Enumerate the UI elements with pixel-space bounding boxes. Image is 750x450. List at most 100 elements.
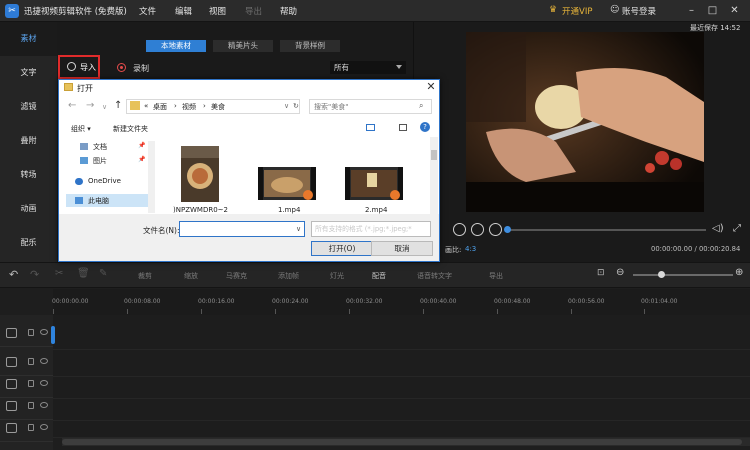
dialog-close-icon[interactable]: ✕ bbox=[424, 80, 438, 94]
next-frame-icon[interactable] bbox=[471, 223, 484, 236]
volume-icon[interactable]: ◁) bbox=[712, 223, 724, 234]
aspect-ratio-value[interactable]: 4:3 bbox=[465, 245, 476, 253]
new-folder-button[interactable]: 新建文件夹 bbox=[113, 124, 148, 134]
tree-item-pictures[interactable]: 图片 bbox=[93, 156, 107, 166]
sidebar-item-music[interactable]: 配乐 bbox=[0, 226, 57, 260]
preview-pane-icon[interactable] bbox=[399, 124, 407, 131]
tab-local-media[interactable]: 本地素材 bbox=[146, 40, 206, 52]
history-chevron-icon[interactable]: ∨ bbox=[102, 103, 107, 111]
minimize-icon[interactable]: – bbox=[684, 3, 699, 18]
record-icon[interactable] bbox=[117, 63, 126, 72]
scrollbar-thumb[interactable] bbox=[431, 150, 437, 160]
tree-item-onedrive[interactable]: OneDrive bbox=[88, 177, 121, 185]
track-music[interactable] bbox=[53, 399, 750, 421]
back-arrow-icon[interactable]: ← bbox=[68, 100, 76, 111]
record-button[interactable]: 录制 bbox=[133, 63, 149, 74]
eye-icon[interactable] bbox=[40, 329, 48, 335]
tool-zoom[interactable]: 缩放 bbox=[184, 271, 198, 281]
tab-backgrounds[interactable]: 背景样例 bbox=[280, 40, 340, 52]
zoom-in-icon[interactable]: ⊕ bbox=[735, 267, 743, 278]
menu-file[interactable]: 文件 bbox=[139, 5, 156, 17]
sidebar-item-animation[interactable]: 动画 bbox=[0, 192, 57, 226]
close-window-icon[interactable]: ✕ bbox=[727, 3, 742, 18]
file-thumbnail-video[interactable] bbox=[258, 167, 316, 200]
lock-icon[interactable] bbox=[28, 424, 34, 431]
menu-view[interactable]: 视图 bbox=[209, 5, 226, 17]
tool-speech-to-text[interactable]: 语音转文字 bbox=[417, 271, 452, 281]
filename-input[interactable] bbox=[179, 221, 305, 237]
tool-crop[interactable]: 裁剪 bbox=[138, 271, 152, 281]
tool-export[interactable]: 导出 bbox=[489, 271, 503, 281]
tool-mosaic[interactable]: 马赛克 bbox=[226, 271, 247, 281]
zoom-knob[interactable] bbox=[658, 271, 665, 278]
forward-arrow-icon[interactable]: → bbox=[86, 100, 94, 111]
file-thumbnail-image[interactable] bbox=[181, 146, 219, 202]
file-thumbnail-video[interactable] bbox=[345, 167, 403, 200]
tree-item-documents[interactable]: 文档 bbox=[93, 142, 107, 152]
breadcrumb-food[interactable]: 美食 bbox=[211, 102, 225, 112]
track-video2[interactable] bbox=[53, 350, 750, 377]
track-video[interactable] bbox=[53, 315, 750, 350]
breadcrumb-desktop[interactable]: 桌面 bbox=[153, 102, 167, 112]
track-voice[interactable] bbox=[53, 421, 750, 438]
tool-add-frame[interactable]: 添加帧 bbox=[278, 271, 299, 281]
pin-icon[interactable]: 📌 bbox=[138, 156, 145, 163]
tree-item-this-pc[interactable]: 此电脑 bbox=[88, 196, 109, 206]
sidebar-item-text[interactable]: 文字 bbox=[0, 56, 57, 90]
up-arrow-icon[interactable]: ↑ bbox=[114, 100, 122, 111]
eye-icon[interactable] bbox=[40, 424, 48, 430]
chevron-down-icon[interactable]: ∨ bbox=[296, 225, 301, 233]
maximize-icon[interactable]: □ bbox=[705, 3, 720, 18]
tool-light[interactable]: 灯光 bbox=[330, 271, 344, 281]
sidebar-item-media[interactable]: 素材 bbox=[0, 22, 57, 56]
lock-icon[interactable] bbox=[28, 329, 34, 336]
tab-intros[interactable]: 精美片头 bbox=[213, 40, 273, 52]
undo-icon[interactable]: ↶ bbox=[9, 268, 18, 281]
delete-icon[interactable]: 🗑 bbox=[77, 268, 90, 279]
file-name[interactable]: )NPZWMDR0~2 bbox=[173, 206, 228, 214]
pin-icon[interactable]: 📌 bbox=[138, 142, 145, 149]
vip-button[interactable]: 开通VIP bbox=[562, 5, 592, 17]
eye-icon[interactable] bbox=[40, 358, 48, 364]
search-icon[interactable]: ⌕ bbox=[419, 101, 423, 111]
fit-icon[interactable]: ⊡ bbox=[597, 268, 605, 278]
breadcrumb-video[interactable]: 视频 bbox=[182, 102, 196, 112]
view-mode-icon[interactable] bbox=[366, 124, 375, 131]
cancel-button[interactable]: 取消 bbox=[371, 241, 433, 256]
tool-dubbing[interactable]: 配音 bbox=[372, 271, 386, 281]
play-icon[interactable] bbox=[453, 223, 466, 236]
preview-progress-bar[interactable] bbox=[507, 229, 706, 231]
sidebar-item-transition[interactable]: 转场 bbox=[0, 158, 57, 192]
file-type-select[interactable]: 所有支持的格式 (*.jpg;*.jpeg;* bbox=[311, 221, 431, 237]
file-list-scrollbar[interactable] bbox=[430, 137, 438, 214]
address-chevron-icon[interactable]: ∨ bbox=[284, 102, 289, 110]
sidebar-item-filter[interactable]: 滤镜 bbox=[0, 90, 57, 124]
zoom-slider[interactable] bbox=[633, 274, 733, 276]
sidebar-item-overlay[interactable]: 叠附 bbox=[0, 124, 57, 158]
lock-icon[interactable] bbox=[28, 402, 34, 409]
file-name[interactable]: 1.mp4 bbox=[278, 206, 300, 214]
track-text[interactable] bbox=[53, 377, 750, 399]
scissors-icon[interactable]: ✂ bbox=[55, 268, 63, 279]
menu-help[interactable]: 帮助 bbox=[280, 5, 297, 17]
fullscreen-icon[interactable]: ⤢ bbox=[733, 223, 741, 234]
edit-icon[interactable]: ✎ bbox=[99, 268, 107, 279]
zoom-out-icon[interactable]: ⊖ bbox=[616, 267, 624, 278]
help-icon[interactable]: ? bbox=[420, 122, 430, 132]
lock-icon[interactable] bbox=[28, 358, 34, 365]
login-button[interactable]: 账号登录 bbox=[622, 5, 656, 17]
lock-icon[interactable] bbox=[28, 380, 34, 387]
redo-icon[interactable]: ↷ bbox=[30, 268, 39, 281]
tree-scrollbar[interactable] bbox=[148, 141, 155, 213]
organize-button[interactable]: 组织 ▾ bbox=[71, 124, 91, 134]
menu-export[interactable]: 导出 bbox=[245, 5, 262, 17]
progress-knob[interactable] bbox=[504, 226, 511, 233]
stop-icon[interactable] bbox=[489, 223, 502, 236]
eye-icon[interactable] bbox=[40, 402, 48, 408]
file-name[interactable]: 2.mp4 bbox=[365, 206, 387, 214]
open-button[interactable]: 打开(O) bbox=[311, 241, 373, 256]
media-filter-select[interactable]: 所有 bbox=[330, 61, 406, 74]
menu-edit[interactable]: 编辑 bbox=[175, 5, 192, 17]
refresh-icon[interactable]: ↻ bbox=[293, 102, 299, 110]
eye-icon[interactable] bbox=[40, 380, 48, 386]
